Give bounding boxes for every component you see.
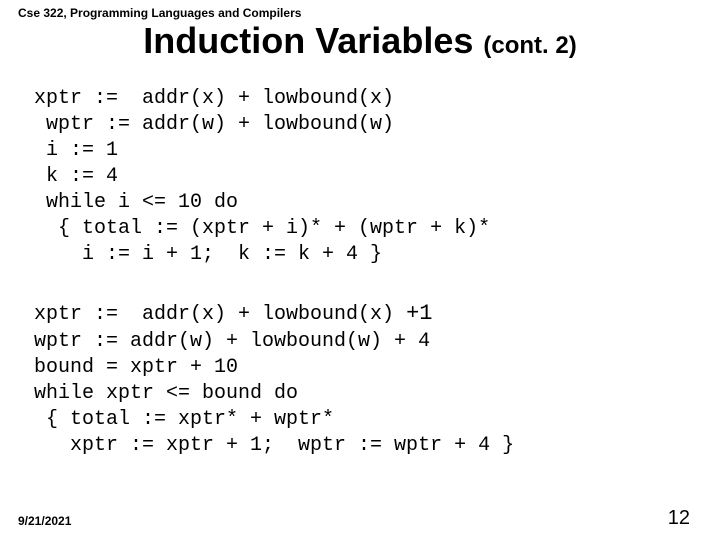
footer-date: 9/21/2021 [18,514,71,528]
code-line: { total := xptr* + wptr* [34,408,334,431]
code-line: i := 1 [34,139,118,162]
code-line: bound = xptr + 10 [34,356,238,379]
course-header: Cse 322, Programming Languages and Compi… [18,6,301,20]
code-line: { total := (xptr + i)* + (wptr + k)* [34,217,490,240]
title-main: Induction Variables [143,20,473,61]
code-line: k := 4 [34,165,118,188]
code-block-transformed: xptr := addr(x) + lowbound(x) +1 wptr :=… [34,300,514,459]
code-block-original: xptr := addr(x) + lowbound(x) wptr := ad… [34,86,490,268]
code-line: while xptr <= bound do [34,382,298,405]
code-line: xptr := xptr + 1; wptr := wptr + 4 } [34,434,514,457]
code-line: wptr := addr(w) + lowbound(w) [34,113,394,136]
code-line: while i <= 10 do [34,191,238,214]
code-line: xptr := addr(x) + lowbound(x) [34,87,394,110]
slide: Cse 322, Programming Languages and Compi… [0,0,720,540]
code-emphasis: +1 [406,301,432,326]
code-line: xptr := addr(x) + lowbound(x) [34,303,406,326]
code-line: wptr := addr(w) + lowbound(w) + 4 [34,330,430,353]
footer-page-number: 12 [668,507,690,530]
code-line: i := i + 1; k := k + 4 } [34,243,382,266]
title-sub: (cont. 2) [483,32,576,59]
slide-title: Induction Variables (cont. 2) [0,20,720,62]
